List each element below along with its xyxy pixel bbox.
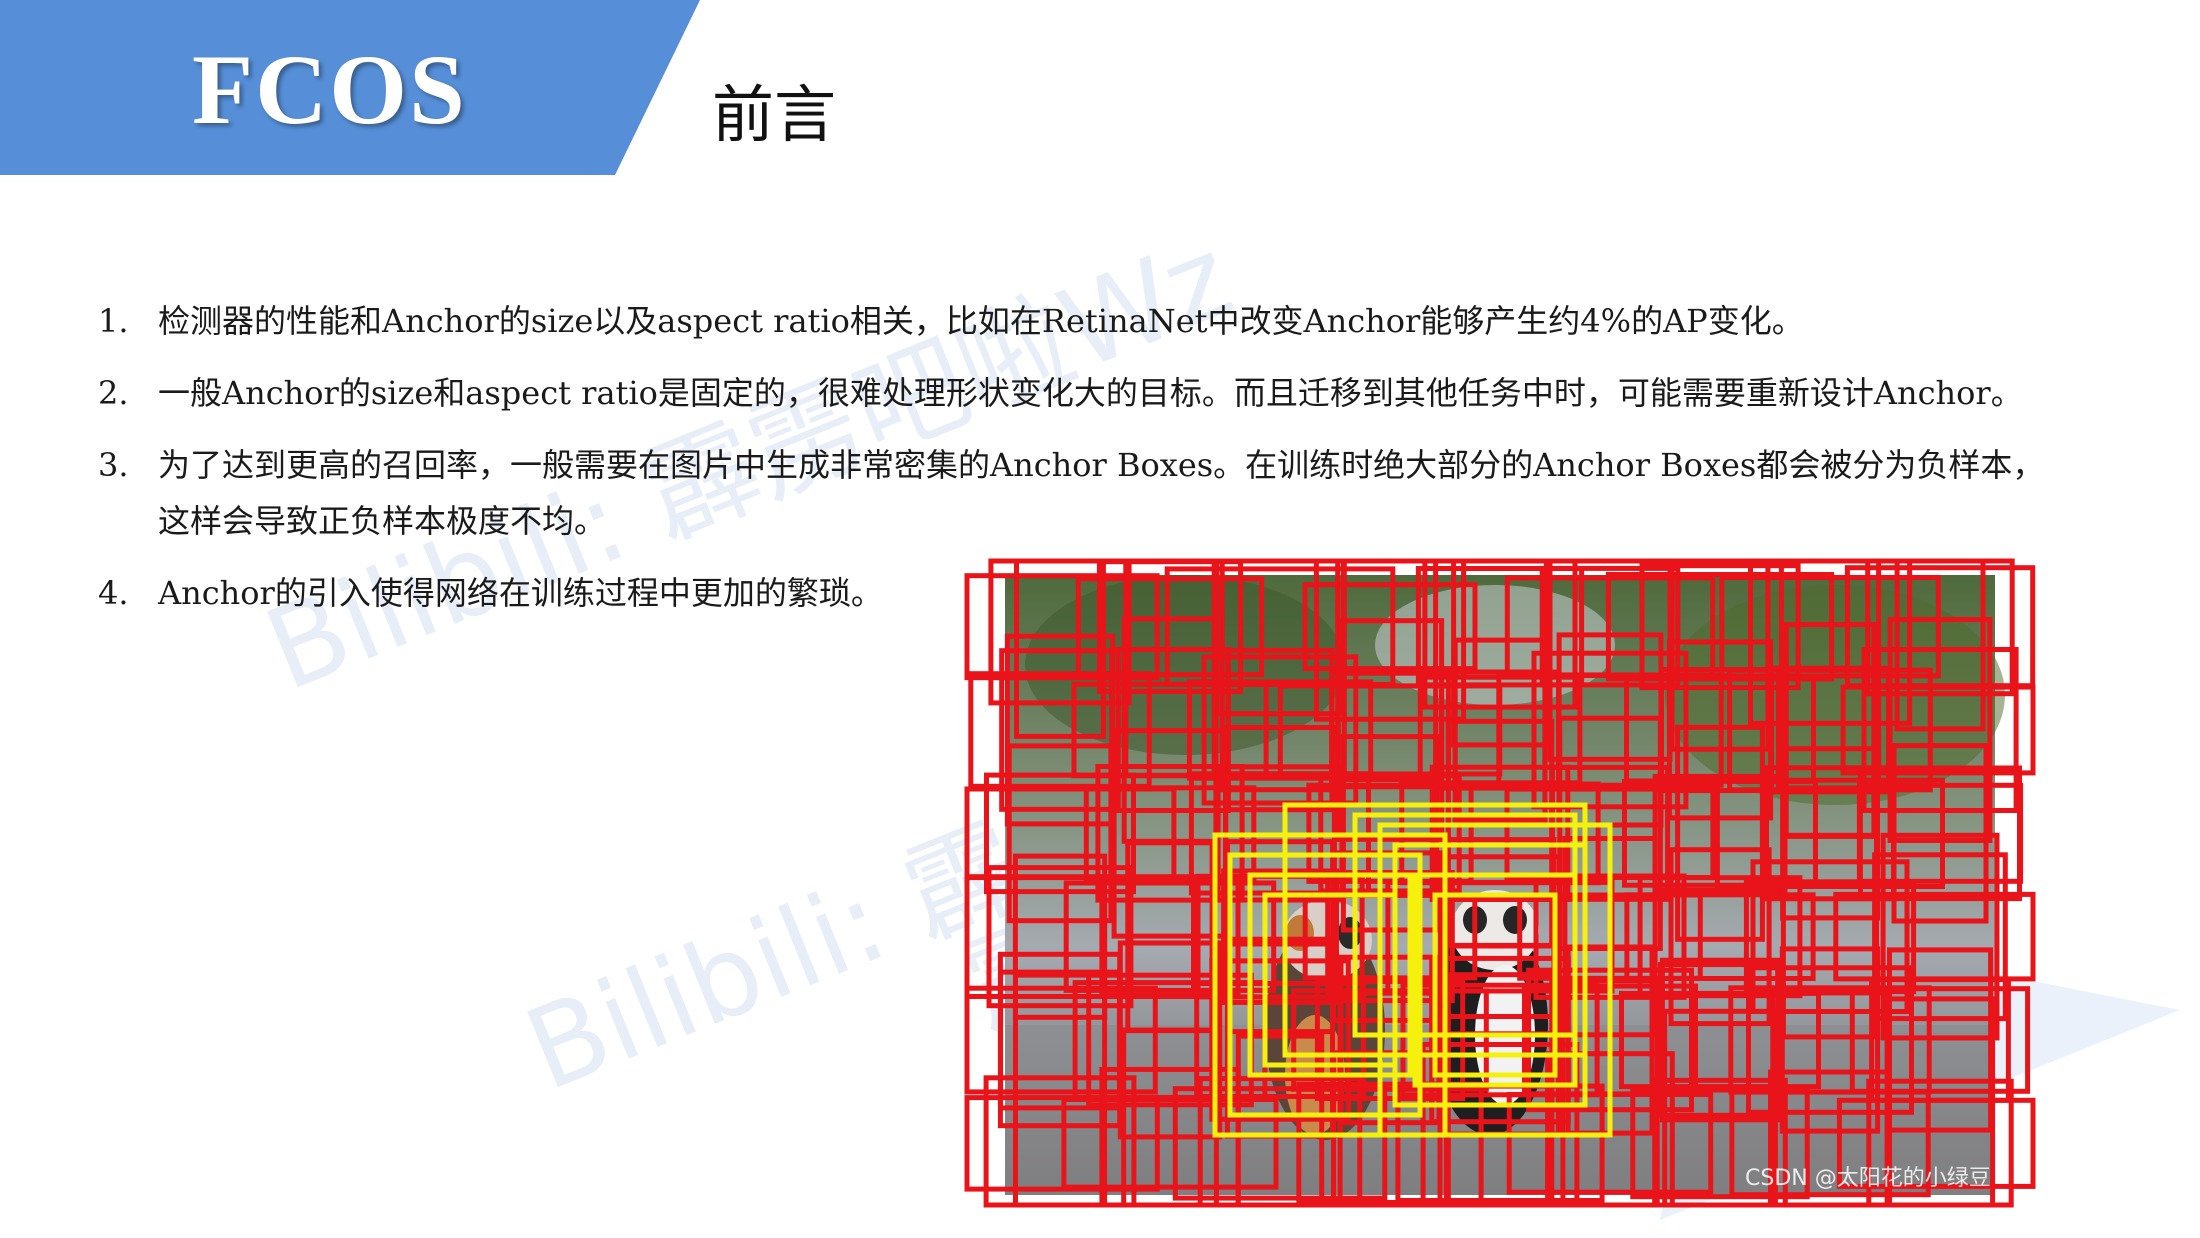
- item-number: 2.: [98, 374, 129, 412]
- item-text: 一般Anchor的size和aspect ratio是固定的，很难处理形状变化大…: [158, 374, 2023, 412]
- list-item: 2. 一般Anchor的size和aspect ratio是固定的，很难处理形状…: [98, 365, 2098, 421]
- page-title: 前言: [712, 78, 837, 151]
- list-item: 3. 为了达到更高的召回率，一般需要在图片中生成非常密集的Anchor Boxe…: [98, 437, 2098, 549]
- anchor-boxes-figure: [955, 555, 2045, 1210]
- list-item: 1. 检测器的性能和Anchor的size以及aspect ratio相关，比如…: [98, 293, 2098, 349]
- anchor-boxes-image: [964, 558, 2036, 1208]
- item-text: 检测器的性能和Anchor的size以及aspect ratio相关，比如在Re…: [158, 302, 1804, 340]
- item-number: 1.: [98, 302, 129, 340]
- item-number: 3.: [98, 446, 129, 484]
- item-text: 这样会导致正负样本极度不均。: [158, 502, 607, 540]
- item-text: 为了达到更高的召回率，一般需要在图片中生成非常密集的Anchor Boxes。在…: [158, 446, 2045, 484]
- fcos-logo: FCOS: [192, 34, 467, 145]
- item-number: 4.: [98, 574, 129, 612]
- image-credit: CSDN @太阳花的小绿豆: [1745, 1166, 1991, 1191]
